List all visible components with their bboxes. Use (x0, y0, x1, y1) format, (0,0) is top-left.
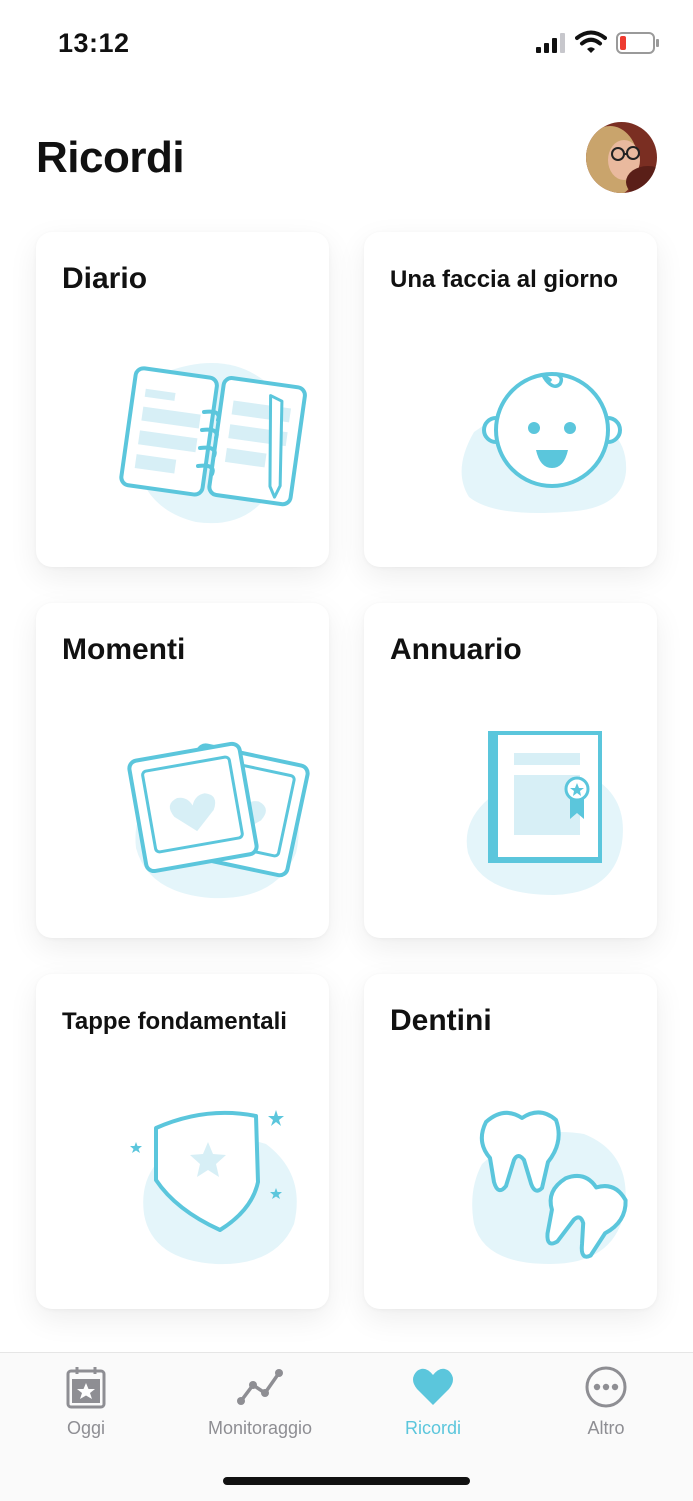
diary-icon (119, 363, 307, 524)
card-annuario[interactable]: Annuario (364, 603, 657, 938)
card-momenti[interactable]: Momenti (36, 603, 329, 938)
card-dentini[interactable]: Dentini (364, 974, 657, 1309)
cellular-signal-icon (536, 33, 565, 53)
chart-line-icon (237, 1369, 283, 1405)
card-diario[interactable]: Diario (36, 232, 329, 567)
heart-icon (413, 1368, 453, 1405)
tab-label: Oggi (66, 1418, 106, 1438)
profile-avatar[interactable] (586, 122, 657, 193)
wifi-icon (575, 30, 607, 53)
tab-monitoraggio[interactable]: Monitoraggio (190, 1365, 330, 1439)
page-title: Ricordi (36, 133, 185, 182)
status-bar: 13:12 (0, 0, 693, 90)
tab-label: Altro (587, 1418, 625, 1438)
tab-label: Monitoraggio (207, 1418, 313, 1438)
more-dots-icon (585, 1366, 627, 1408)
baby-face-icon (461, 372, 627, 513)
teeth-icon (472, 1110, 628, 1264)
calendar-star-icon (66, 1367, 106, 1409)
card-una-faccia-al-giorno[interactable]: Una faccia al giorno (364, 232, 657, 567)
yearbook-icon (466, 731, 623, 895)
tab-oggi[interactable]: Oggi (16, 1365, 156, 1439)
shield-star-icon (130, 1110, 297, 1265)
card-tappe-fondamentali[interactable]: Tappe fondamentali (36, 974, 329, 1309)
tab-ricordi[interactable]: Ricordi (363, 1365, 503, 1439)
tab-label: Ricordi (404, 1418, 461, 1438)
battery-low-icon (616, 32, 659, 54)
tab-altro[interactable]: Altro (536, 1365, 676, 1439)
status-time: 13:12 (58, 28, 130, 58)
home-indicator[interactable] (223, 1477, 470, 1485)
photos-heart-icon (127, 741, 310, 899)
